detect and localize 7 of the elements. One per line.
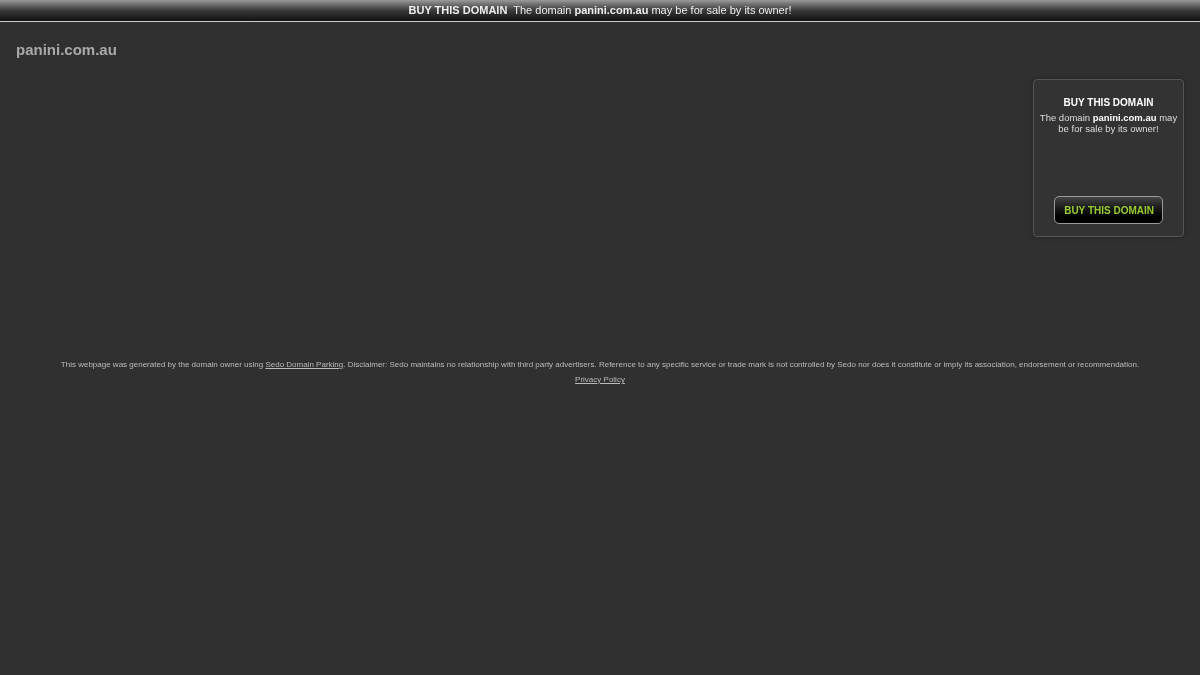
card-text: The domain panini.com.au may be for sale by its owner! [1038, 112, 1179, 134]
buy-domain-button[interactable]: BUY THIS DOMAIN [1054, 196, 1163, 224]
privacy-policy-link[interactable]: Privacy Policy [575, 374, 625, 386]
site-title: panini.com.au [16, 40, 117, 60]
card-heading: BUY THIS DOMAIN [1063, 96, 1154, 110]
disclaimer-text: This webpage was generated by the domain owner using Sedo Domain Parking. Disclaimer: Sedo maintains no relationship with third party advertisers. Reference to any specific service or trade mark is not controlled by Sedo nor does it constitute or imply its association, endorsement or recommendation. [60, 359, 1140, 371]
banner-text: BUY THIS DOMAIN The domain panini.com.au may be for sale by its owner! [408, 3, 792, 19]
